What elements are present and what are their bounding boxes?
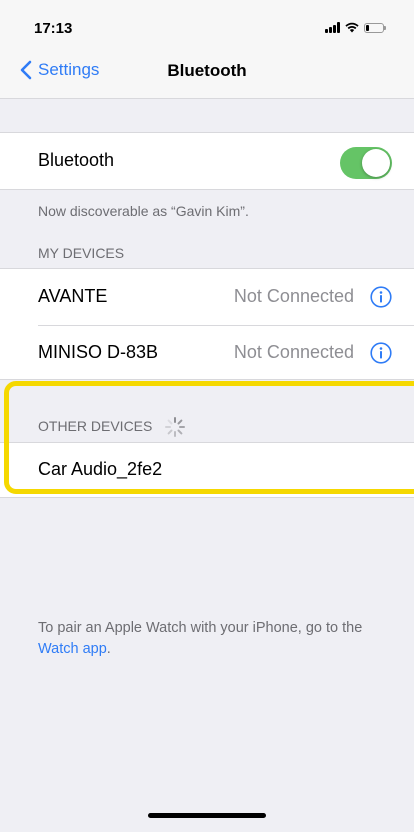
bluetooth-toggle[interactable] [340,147,392,179]
watch-app-link[interactable]: Watch app [38,641,107,657]
my-devices-header: MY DEVICES [38,245,125,261]
status-time: 17:13 [34,20,73,37]
bluetooth-label: Bluetooth [38,150,115,170]
battery-level-fill [366,24,369,31]
navigation-bar: Settings Bluetooth [0,44,414,99]
bluetooth-toggle-cell: Bluetooth [0,132,414,190]
discoverable-note: Now discoverable as “Gavin Kim”. [38,203,249,219]
device-status: Not Connected [233,342,354,362]
status-icons [325,22,386,33]
toggle-knob [362,149,390,177]
status-bar: 17:13 [0,0,414,44]
bluetooth-settings-screen: 17:13 Settings Bluetooth Bluetooth Now d… [0,0,414,832]
device-name: AVANTE [38,286,108,306]
cellular-signal-icon [325,22,340,33]
footer-end: . [106,641,111,657]
device-name: MINISO D-83B [38,342,159,362]
device-status: Not Connected [233,286,354,306]
my-devices-list: AVANTE Not Connected MINISO D-83B Not Co… [0,268,414,380]
highlight-box [4,381,414,494]
apple-watch-footer: To pair an Apple Watch with your iPhone,… [38,618,388,660]
home-indicator[interactable] [148,813,266,818]
wifi-icon [345,22,359,33]
battery-icon [364,22,386,33]
device-row[interactable]: MINISO D-83B Not Connected [0,325,414,381]
device-row[interactable]: AVANTE Not Connected [0,269,414,325]
page-title: Bluetooth [167,61,247,80]
info-circle-icon[interactable] [370,342,392,364]
info-circle-icon[interactable] [370,286,392,308]
footer-text: To pair an Apple Watch with your iPhone,… [38,620,363,636]
